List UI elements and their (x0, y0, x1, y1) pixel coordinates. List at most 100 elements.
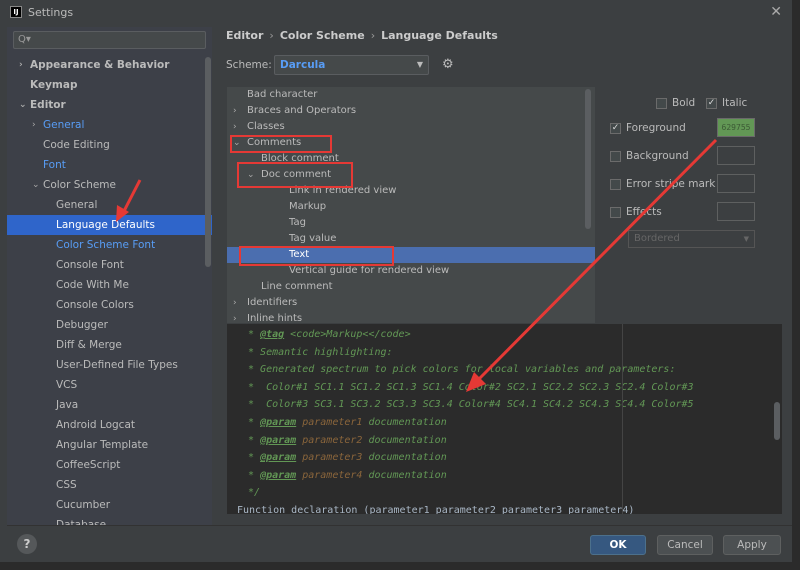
italic-label: Italic (722, 97, 748, 109)
sidebar-item[interactable]: User-Defined File Types (7, 355, 212, 375)
attribute-item-label: Markup (289, 201, 327, 212)
code-token: @param (260, 434, 297, 446)
code-line: * @param parameter3 documentation (242, 452, 447, 470)
attribute-item[interactable]: ⌄ Comments (227, 135, 595, 151)
sidebar-item[interactable]: Angular Template (7, 435, 212, 455)
sidebar-item[interactable]: ⌄ Editor (7, 95, 212, 115)
attribute-item[interactable]: Text (227, 247, 595, 263)
sidebar-item[interactable]: Debugger (7, 315, 212, 335)
search-input[interactable]: Q▾ (13, 31, 206, 49)
sidebar-item[interactable]: Color Scheme Font (7, 235, 212, 255)
sidebar-item[interactable]: Cucumber (7, 495, 212, 515)
sidebar-item[interactable]: Language Defaults (7, 215, 212, 235)
error-stripe-checkbox[interactable]: Error stripe mark (610, 178, 715, 190)
effects-checkbox[interactable]: Effects (610, 206, 662, 218)
bold-checkbox[interactable]: Bold (656, 97, 695, 109)
attribute-item[interactable]: Link in rendered view (227, 183, 595, 199)
background-checkbox[interactable]: Background (610, 150, 689, 162)
code-preview[interactable]: * @tag <code>Markup<</code> * Semantic h… (227, 324, 782, 514)
code-token: @param (260, 452, 297, 464)
sidebar-item-label: User-Defined File Types (56, 359, 178, 371)
sidebar-item[interactable]: Code Editing (7, 135, 212, 155)
breadcrumb-item: Language Defaults (381, 29, 498, 42)
attribute-item-label: Braces and Operators (247, 105, 357, 116)
sidebar-item[interactable]: Console Colors (7, 295, 212, 315)
breadcrumb: Editor › Color Scheme › Language Defaults (226, 29, 498, 42)
effects-color-swatch[interactable] (717, 202, 755, 221)
italic-checkbox[interactable]: ✓ Italic (706, 97, 747, 109)
code-token: @param (260, 469, 297, 481)
background-label: Background (626, 150, 689, 162)
sidebar-item[interactable]: Code With Me (7, 275, 212, 295)
code-token: parameter2 (302, 434, 363, 446)
effects-type-dropdown[interactable]: Bordered ▼ (628, 230, 755, 248)
attribute-item[interactable]: ⌄ Doc comment (227, 167, 595, 183)
foreground-color-swatch[interactable]: 629755 (717, 118, 755, 137)
code-token: */ (242, 487, 261, 499)
attribute-item[interactable]: Vertical guide for rendered view (227, 263, 595, 279)
sidebar-item-label: CSS (56, 479, 77, 491)
attribute-item[interactable]: Tag value (227, 231, 595, 247)
close-icon[interactable]: ✕ (770, 4, 782, 20)
code-line: * @param parameter4 documentation (242, 470, 447, 488)
attribute-item[interactable]: › Identifiers (227, 295, 595, 311)
chevron-icon: ⌄ (32, 180, 40, 190)
sidebar-item-label: General (56, 199, 98, 211)
sidebar-item[interactable]: Diff & Merge (7, 335, 212, 355)
sidebar-item[interactable]: Keymap (7, 75, 212, 95)
help-button[interactable]: ? (17, 534, 37, 554)
sidebar-item[interactable]: › Appearance & Behavior (7, 55, 212, 75)
settings-window: IJ Settings ✕ Q▾ › Appearance & Behavior K… (0, 0, 792, 562)
code-token: * (242, 329, 261, 340)
scheme-dropdown[interactable]: Darcula ▼ (274, 55, 429, 75)
sidebar-item[interactable]: Java (7, 395, 212, 415)
attribute-item[interactable]: › Classes (227, 119, 595, 135)
chevron-icon: › (233, 314, 237, 323)
code-token: documentation (362, 417, 447, 428)
chevron-icon: ⌄ (19, 100, 27, 110)
error-stripe-color-swatch[interactable] (717, 174, 755, 193)
attribute-item[interactable]: Tag (227, 215, 595, 231)
main-panel: Editor › Color Scheme › Language Defaults Sc… (212, 27, 792, 525)
attribute-item-label: Block comment (261, 153, 339, 164)
code-line: * Generated spectrum to pick colors for … (242, 364, 675, 382)
sidebar-item[interactable]: ⌄ Color Scheme (7, 175, 212, 195)
gear-icon[interactable]: ⚙ (442, 57, 454, 72)
sidebar-item[interactable]: Android Logcat (7, 415, 212, 435)
apply-button[interactable]: Apply (723, 535, 781, 555)
attribute-item[interactable]: Line comment (227, 279, 595, 295)
chevron-icon: › (233, 122, 237, 132)
attribute-item[interactable]: Markup (227, 199, 595, 215)
breadcrumb-item: Editor (226, 29, 264, 42)
error-stripe-label: Error stripe mark (626, 178, 716, 190)
code-token: * (242, 469, 261, 481)
sidebar-item-label: Color Scheme (43, 179, 116, 191)
attributes-scrollbar[interactable] (585, 89, 591, 229)
sidebar-item[interactable]: CoffeeScript (7, 455, 212, 475)
sidebar-scrollbar[interactable] (205, 57, 211, 267)
attribute-item[interactable]: › Inline hints (227, 311, 595, 323)
attribute-item[interactable]: Block comment (227, 151, 595, 167)
window-title: Settings (28, 5, 74, 19)
app-logo-icon: IJ (10, 6, 22, 18)
sidebar-item[interactable]: Console Font (7, 255, 212, 275)
sidebar-item[interactable]: › General (7, 115, 212, 135)
background-color-swatch[interactable] (717, 146, 755, 165)
cancel-button[interactable]: Cancel (657, 535, 713, 555)
sidebar-item[interactable]: Font (7, 155, 212, 175)
attribute-item[interactable]: › Braces and Operators (227, 103, 595, 119)
effects-type-value: Bordered (634, 233, 680, 244)
preview-scrollbar[interactable] (774, 402, 780, 440)
sidebar-item[interactable]: CSS (7, 475, 212, 495)
attribute-item-label: Tag value (289, 233, 337, 244)
ok-button[interactable]: OK (590, 535, 646, 555)
title-bar: IJ Settings ✕ (0, 0, 792, 24)
chevron-icon: › (233, 298, 237, 308)
attribute-item[interactable]: Bad character (227, 87, 595, 103)
sidebar-item[interactable]: General (7, 195, 212, 215)
sidebar-item[interactable]: VCS (7, 375, 212, 395)
foreground-checkbox[interactable]: ✓ Foreground (610, 122, 686, 134)
sidebar-item[interactable]: Database (7, 515, 212, 525)
chevron-icon: › (233, 106, 237, 116)
code-token: documentation (362, 469, 447, 481)
